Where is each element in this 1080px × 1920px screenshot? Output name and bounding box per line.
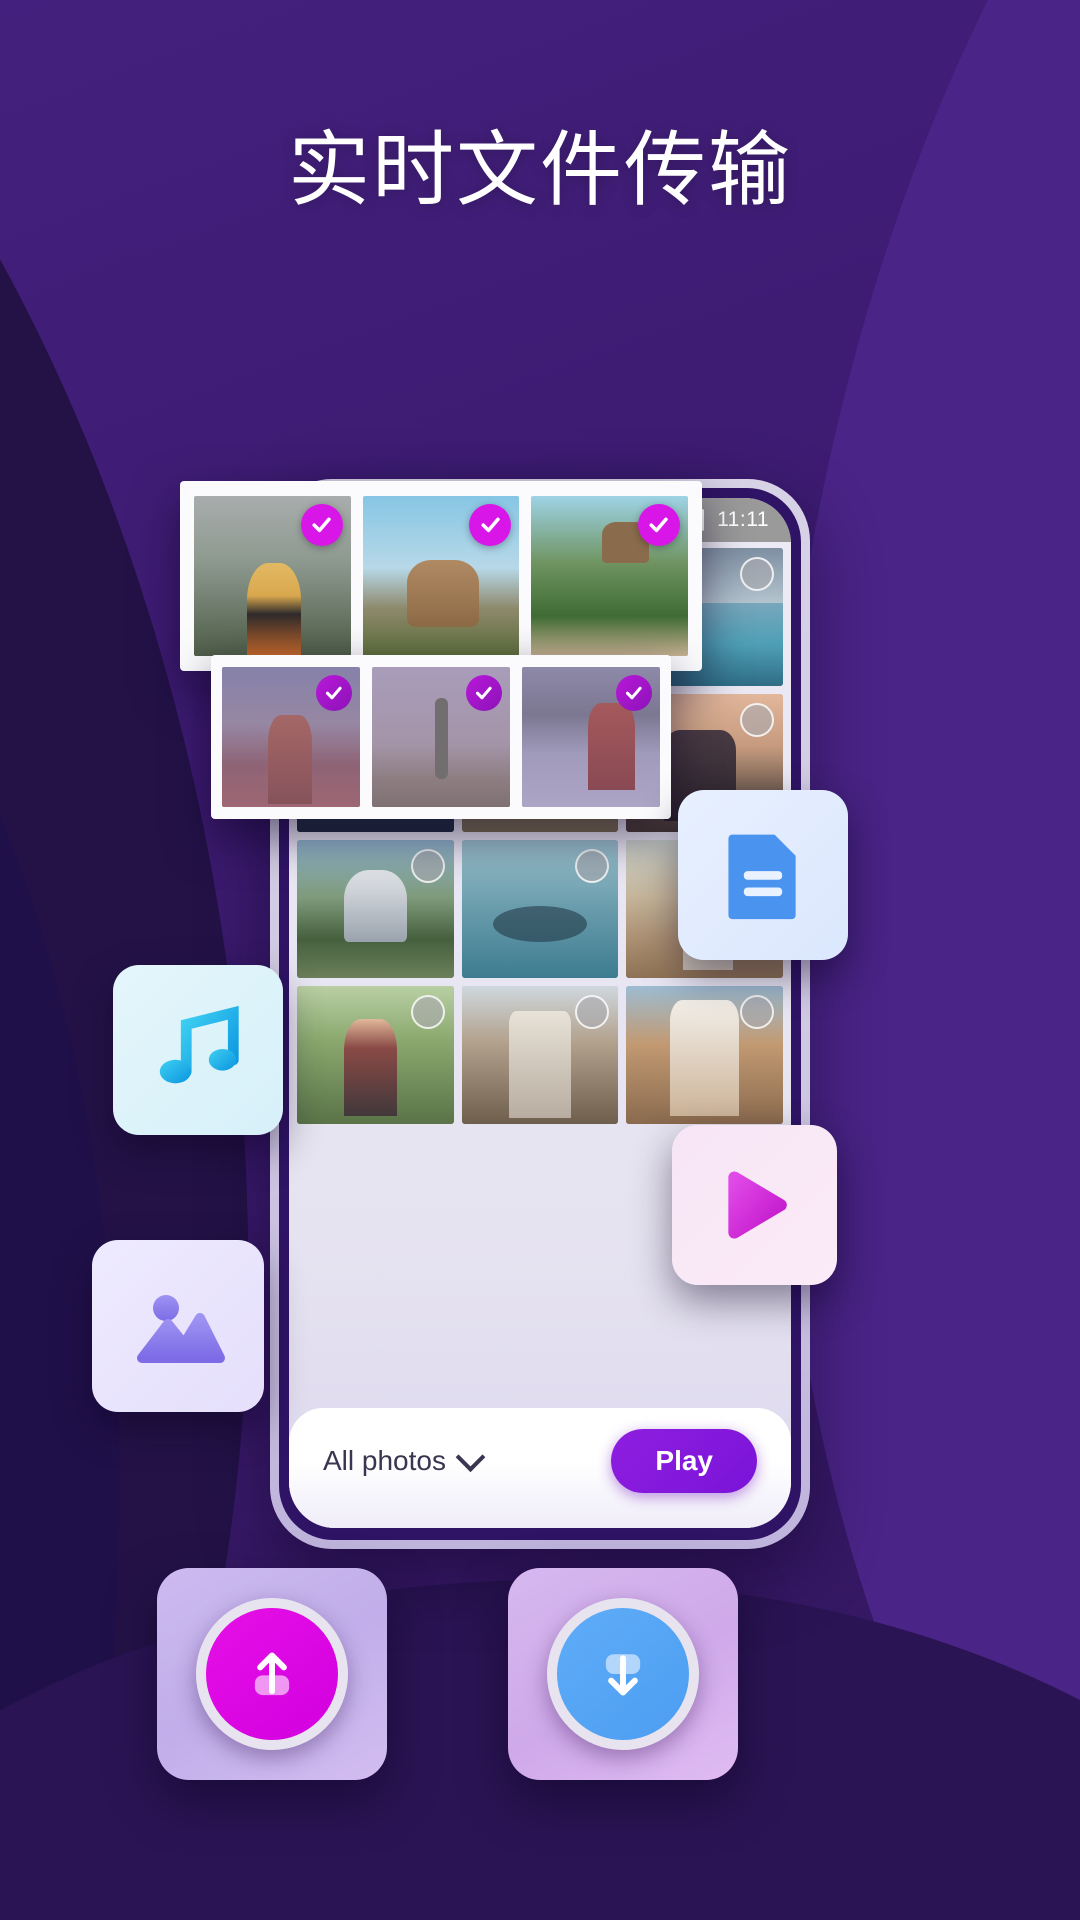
photo-cell-castle-mountains[interactable] bbox=[297, 840, 454, 978]
music-note-icon bbox=[159, 1005, 239, 1084]
send-tile[interactable] bbox=[157, 1568, 387, 1780]
chevron-down-icon bbox=[455, 1441, 486, 1472]
selection-circle[interactable] bbox=[740, 995, 775, 1029]
album-filter-label: All photos bbox=[323, 1445, 446, 1476]
selection-circle[interactable] bbox=[410, 995, 445, 1029]
selected-photo-hiker-mountain-mist[interactable] bbox=[194, 496, 351, 656]
upload-arrow-icon bbox=[254, 1652, 290, 1696]
selected-photo-couple-on-cliff[interactable] bbox=[531, 496, 689, 656]
selected-check-icon[interactable] bbox=[466, 675, 502, 711]
photo-cell-people-in-water[interactable] bbox=[461, 840, 619, 978]
selected-photo-desert-cactus[interactable] bbox=[372, 667, 510, 807]
phone-bottom-bar: All photos Play bbox=[289, 1408, 791, 1528]
document-file-card bbox=[678, 790, 848, 960]
play-video-icon bbox=[727, 1171, 787, 1239]
download-arrow-icon bbox=[605, 1654, 641, 1696]
receive-tile[interactable] bbox=[508, 1568, 738, 1780]
download-button[interactable] bbox=[547, 1598, 699, 1750]
status-bar-time: 11:11 bbox=[717, 508, 769, 531]
photo-grid-row bbox=[297, 986, 784, 1124]
image-file-card bbox=[92, 1240, 264, 1412]
selection-circle[interactable] bbox=[740, 557, 775, 591]
photo-cell-man-with-dog[interactable] bbox=[297, 986, 454, 1124]
image-icon bbox=[137, 1295, 225, 1363]
selected-photo-row-2 bbox=[211, 655, 671, 819]
photo-cell-historic-building[interactable] bbox=[626, 986, 784, 1124]
play-button[interactable]: Play bbox=[611, 1429, 757, 1493]
upload-button[interactable] bbox=[196, 1598, 348, 1750]
selected-photo-city-street-bikelane[interactable] bbox=[222, 667, 360, 807]
selected-check-icon[interactable] bbox=[316, 675, 352, 711]
selected-photo-photographer-lake[interactable] bbox=[522, 667, 660, 807]
selection-circle[interactable] bbox=[740, 703, 775, 737]
selection-circle[interactable] bbox=[410, 849, 445, 883]
selected-photo-rock-formation-sky[interactable] bbox=[362, 496, 520, 656]
album-filter[interactable]: All photos bbox=[323, 1441, 486, 1477]
selected-check-icon[interactable] bbox=[616, 675, 652, 711]
photo-cell-church-towers[interactable] bbox=[461, 986, 619, 1124]
music-file-card bbox=[113, 965, 283, 1135]
video-file-card bbox=[672, 1125, 837, 1285]
selected-check-icon[interactable] bbox=[638, 504, 681, 546]
selected-check-icon[interactable] bbox=[300, 504, 343, 546]
document-icon bbox=[728, 834, 796, 920]
selected-photo-row-1 bbox=[180, 481, 702, 671]
page-title: 实时文件传输 bbox=[287, 123, 792, 218]
